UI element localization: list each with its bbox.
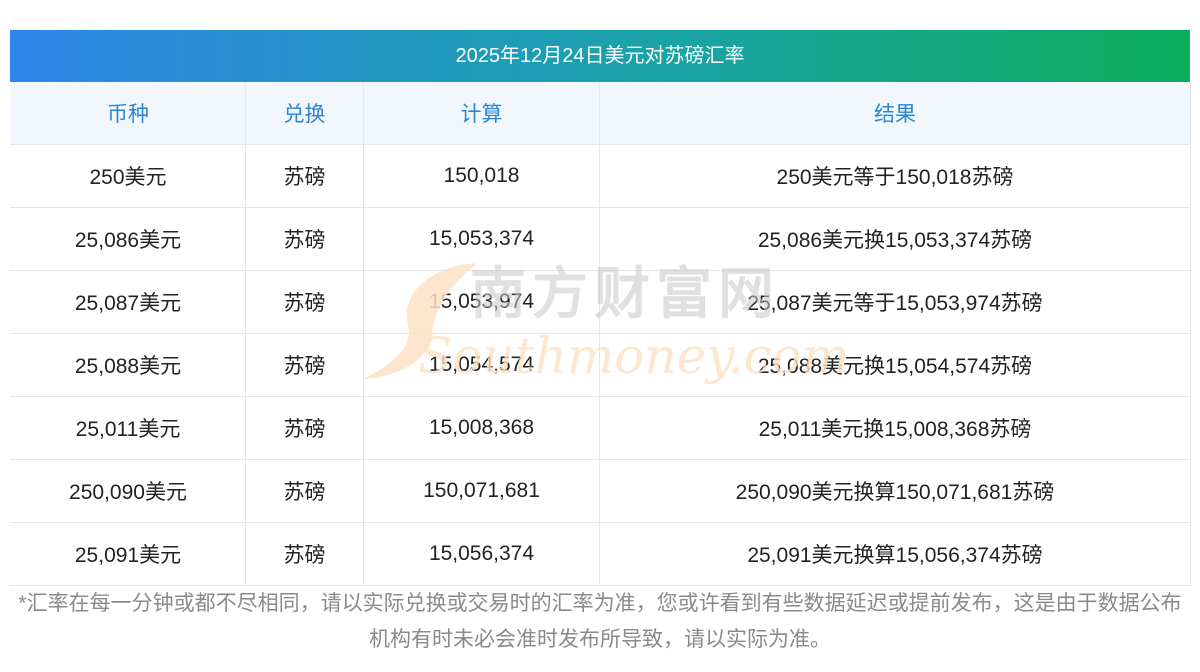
cell-calculation: 15,053,974	[363, 270, 600, 334]
cell-result: 25,087美元等于15,053,974苏磅	[599, 270, 1191, 334]
cell-result: 25,088美元换15,054,574苏磅	[599, 333, 1191, 397]
cell-exchange: 苏磅	[245, 459, 364, 523]
header-result: 结果	[599, 82, 1191, 145]
cell-calculation: 150,018	[363, 144, 600, 208]
cell-exchange: 苏磅	[245, 396, 364, 460]
cell-exchange: 苏磅	[245, 333, 364, 397]
cell-currency: 25,091美元	[10, 522, 246, 586]
table-title: 2025年12月24日美元对苏磅汇率	[10, 30, 1190, 82]
cell-result: 25,091美元换算15,056,374苏磅	[599, 522, 1191, 586]
cell-calculation: 150,071,681	[363, 459, 600, 523]
cell-currency: 250美元	[10, 144, 246, 208]
cell-currency: 25,011美元	[10, 396, 246, 460]
cell-exchange: 苏磅	[245, 270, 364, 334]
cell-exchange: 苏磅	[245, 207, 364, 271]
header-exchange: 兑换	[245, 82, 364, 145]
rate-table-container: 2025年12月24日美元对苏磅汇率 币种 兑换 计算 结果 250美元 苏磅 …	[10, 30, 1191, 586]
cell-currency: 250,090美元	[10, 459, 246, 523]
table-row: 25,088美元 苏磅 15,054,574 25,088美元换15,054,5…	[10, 333, 1191, 397]
cell-exchange: 苏磅	[245, 522, 364, 586]
header-row: 币种 兑换 计算 结果	[10, 82, 1191, 145]
table-row: 250美元 苏磅 150,018 250美元等于150,018苏磅	[10, 144, 1191, 208]
cell-result: 250美元等于150,018苏磅	[599, 144, 1191, 208]
table-row: 250,090美元 苏磅 150,071,681 250,090美元换算150,…	[10, 459, 1191, 523]
cell-result: 250,090美元换算150,071,681苏磅	[599, 459, 1191, 523]
table-row: 25,011美元 苏磅 15,008,368 25,011美元换15,008,3…	[10, 396, 1191, 460]
exchange-rate-table: 币种 兑换 计算 结果 250美元 苏磅 150,018 250美元等于150,…	[10, 82, 1191, 586]
header-calculation: 计算	[363, 82, 600, 145]
cell-result: 25,011美元换15,008,368苏磅	[599, 396, 1191, 460]
cell-currency: 25,086美元	[10, 207, 246, 271]
table-row: 25,091美元 苏磅 15,056,374 25,091美元换算15,056,…	[10, 522, 1191, 586]
cell-calculation: 15,008,368	[363, 396, 600, 460]
cell-calculation: 15,054,574	[363, 333, 600, 397]
table-row: 25,087美元 苏磅 15,053,974 25,087美元等于15,053,…	[10, 270, 1191, 334]
cell-currency: 25,087美元	[10, 270, 246, 334]
header-currency: 币种	[10, 82, 246, 145]
cell-calculation: 15,053,374	[363, 207, 600, 271]
cell-exchange: 苏磅	[245, 144, 364, 208]
table-row: 25,086美元 苏磅 15,053,374 25,086美元换15,053,3…	[10, 207, 1191, 271]
disclaimer-note: *汇率在每一分钟或都不尽相同，请以实际兑换或交易时的汇率为准，您或许看到有些数据…	[18, 592, 1182, 651]
cell-currency: 25,088美元	[10, 333, 246, 397]
cell-result: 25,086美元换15,053,374苏磅	[599, 207, 1191, 271]
cell-calculation: 15,056,374	[363, 522, 600, 586]
